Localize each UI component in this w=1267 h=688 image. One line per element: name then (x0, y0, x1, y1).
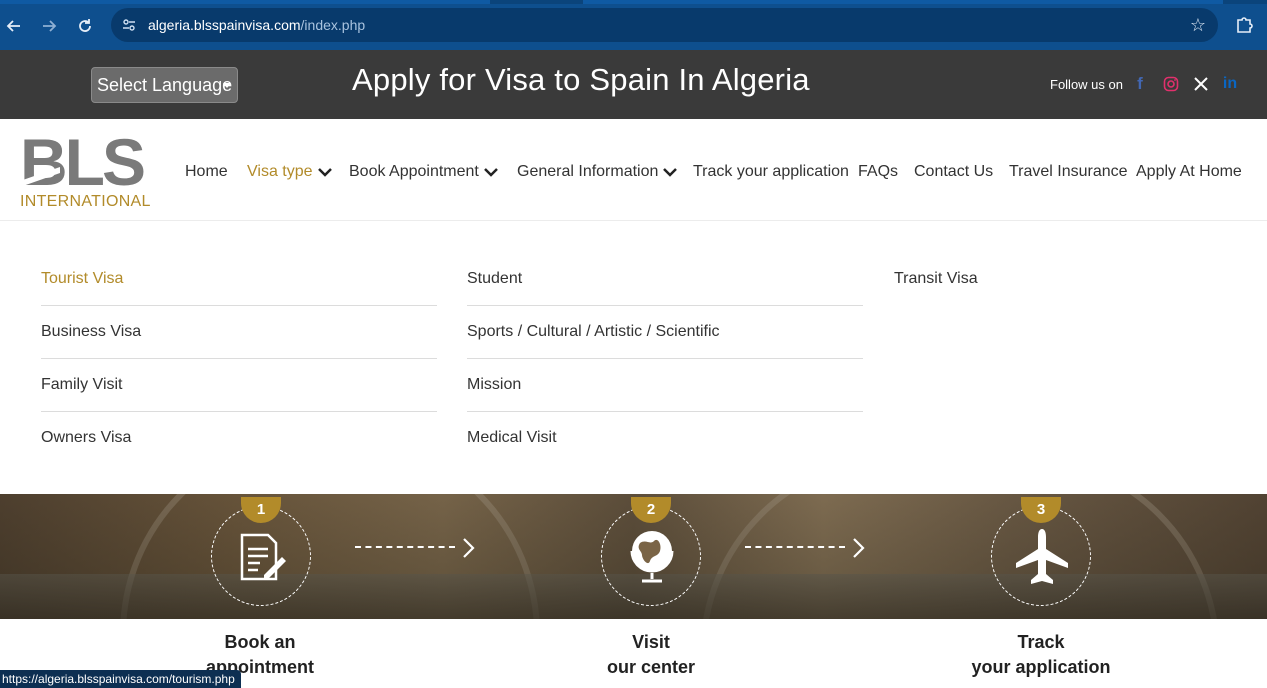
document-pen-icon (240, 533, 286, 581)
step-number: 3 (1021, 497, 1061, 523)
address-bar[interactable]: algeria.blsspainvisa.com/index.php ☆ (111, 8, 1218, 42)
nav-faqs[interactable]: FAQs (858, 163, 898, 181)
dropdown-item-transit-visa[interactable]: Transit Visa (894, 270, 978, 288)
dropdown-item-family-visit[interactable]: Family Visit (41, 376, 123, 394)
step-2-label: Visit our center (606, 632, 696, 677)
caret-down-icon (223, 83, 231, 88)
divider (41, 358, 437, 359)
airplane-icon (1016, 529, 1068, 584)
step-number: 1 (241, 497, 281, 523)
back-arrow-icon[interactable] (1, 13, 27, 39)
url-text: algeria.blsspainvisa.com/index.php (148, 17, 366, 33)
nav-home[interactable]: Home (185, 163, 228, 181)
divider (467, 411, 863, 412)
x-icon[interactable] (1191, 74, 1211, 94)
language-select[interactable]: Select Language (91, 67, 238, 103)
chevron-right-icon (852, 537, 866, 565)
page-title: Apply for Visa to Spain In Algeria (352, 62, 810, 97)
nav-book-appointment[interactable]: Book Appointment (349, 163, 498, 181)
star-icon[interactable]: ☆ (1190, 15, 1206, 36)
browser-toolbar: algeria.blsspainvisa.com/index.php ☆ (0, 0, 1267, 50)
steps-banner: 1 2 3 (0, 494, 1267, 619)
dropdown-item-medical-visit[interactable]: Medical Visit (467, 429, 557, 447)
step-2-circle: 2 (601, 497, 701, 606)
dropdown-item-mission[interactable]: Mission (467, 376, 521, 394)
site-settings-icon[interactable] (121, 17, 137, 33)
divider (467, 358, 863, 359)
top-header: Select Language Apply for Visa to Spain … (0, 50, 1267, 119)
nav-general-information[interactable]: General Information (517, 163, 678, 181)
divider (467, 305, 863, 306)
step-1-circle: 1 (211, 497, 311, 606)
link-status-bar: https://algeria.blsspainvisa.com/tourism… (0, 670, 241, 688)
nav-travel-insurance[interactable]: Travel Insurance (1009, 163, 1128, 181)
chevron-down-icon (663, 168, 678, 177)
linkedin-icon[interactable]: in (1220, 74, 1240, 94)
divider (41, 411, 437, 412)
chevron-down-icon (317, 168, 332, 177)
dashed-arrow (745, 546, 845, 548)
divider (41, 305, 437, 306)
nav-apply-at-home[interactable]: Apply At Home (1136, 163, 1242, 181)
nav-track-application[interactable]: Track your application (693, 163, 849, 181)
chevron-down-icon (483, 168, 498, 177)
instagram-icon[interactable] (1161, 74, 1181, 94)
puzzle-icon[interactable] (1234, 14, 1256, 36)
visa-type-dropdown: Tourist Visa Business Visa Family Visit … (0, 221, 1267, 494)
reload-icon[interactable] (72, 13, 98, 39)
dropdown-item-owners-visa[interactable]: Owners Visa (41, 429, 131, 447)
facebook-icon[interactable]: f (1130, 74, 1150, 94)
dropdown-item-tourist-visa[interactable]: Tourist Visa (41, 270, 123, 288)
step-number: 2 (631, 497, 671, 523)
chevron-right-icon (462, 537, 476, 565)
tab-strip (0, 0, 1267, 4)
globe-icon (630, 531, 674, 583)
svg-text:BLS: BLS (20, 129, 144, 191)
dropdown-item-student[interactable]: Student (467, 270, 522, 288)
nav-contact-us[interactable]: Contact Us (914, 163, 993, 181)
dropdown-item-business-visa[interactable]: Business Visa (41, 323, 141, 341)
follow-us-label: Follow us on (1050, 77, 1123, 92)
main-navigation: BLS INTERNATIONAL Home Visa type Book Ap… (0, 119, 1267, 221)
dashed-arrow (355, 546, 455, 548)
step-3-circle: 3 (991, 497, 1091, 606)
forward-arrow-icon[interactable] (36, 13, 62, 39)
logo-subtitle: INTERNATIONAL (20, 193, 151, 210)
nav-visa-type[interactable]: Visa type (247, 163, 332, 181)
step-3-label: Track your application (971, 632, 1111, 677)
dropdown-item-sports-cultural[interactable]: Sports / Cultural / Artistic / Scientifi… (467, 323, 720, 341)
